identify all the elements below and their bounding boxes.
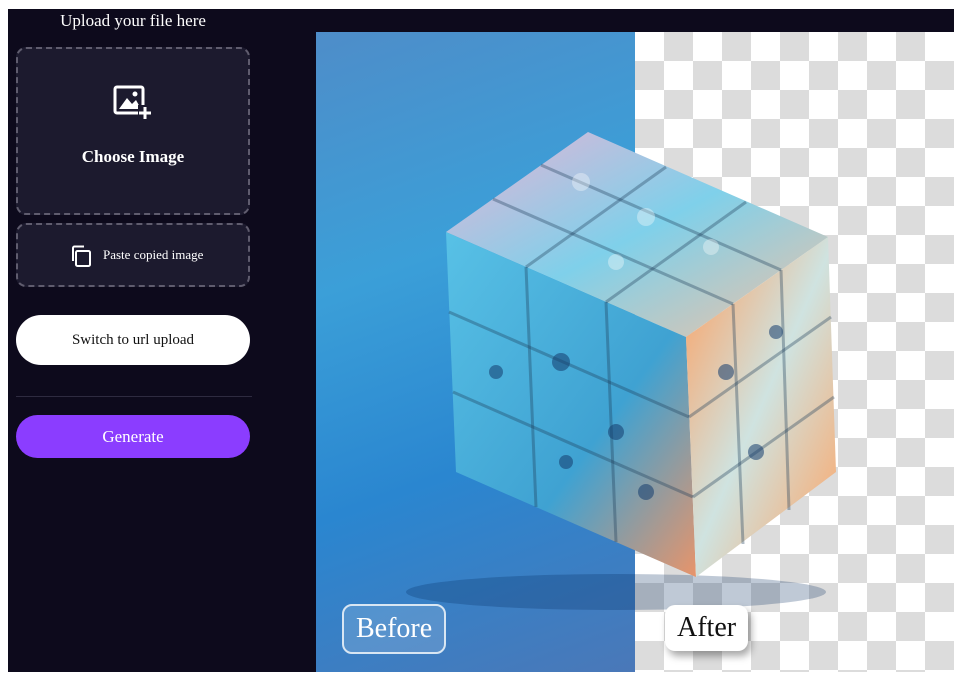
before-label: Before <box>342 604 447 654</box>
paste-image-button[interactable]: Paste copied image <box>16 223 250 287</box>
puzzle-cube-image <box>406 132 836 610</box>
app: Upload your file here Choose Image Paste… <box>8 9 954 672</box>
choose-image-label: Choose Image <box>81 147 185 166</box>
upload-title: Upload your file here <box>60 11 206 30</box>
before-after-preview: Before After <box>316 32 954 672</box>
choose-image-dropzone[interactable]: Choose Image <box>16 47 250 215</box>
after-label: After <box>665 605 749 651</box>
divider <box>16 396 252 397</box>
paste-image-label: Paste copied image <box>103 247 204 262</box>
upload-sidebar: Upload your file here Choose Image Paste… <box>8 9 258 672</box>
switch-to-url-button[interactable]: Switch to url upload <box>16 315 250 365</box>
add-image-icon <box>113 85 152 119</box>
copy-icon <box>72 245 91 267</box>
generate-button[interactable]: Generate <box>16 415 250 458</box>
